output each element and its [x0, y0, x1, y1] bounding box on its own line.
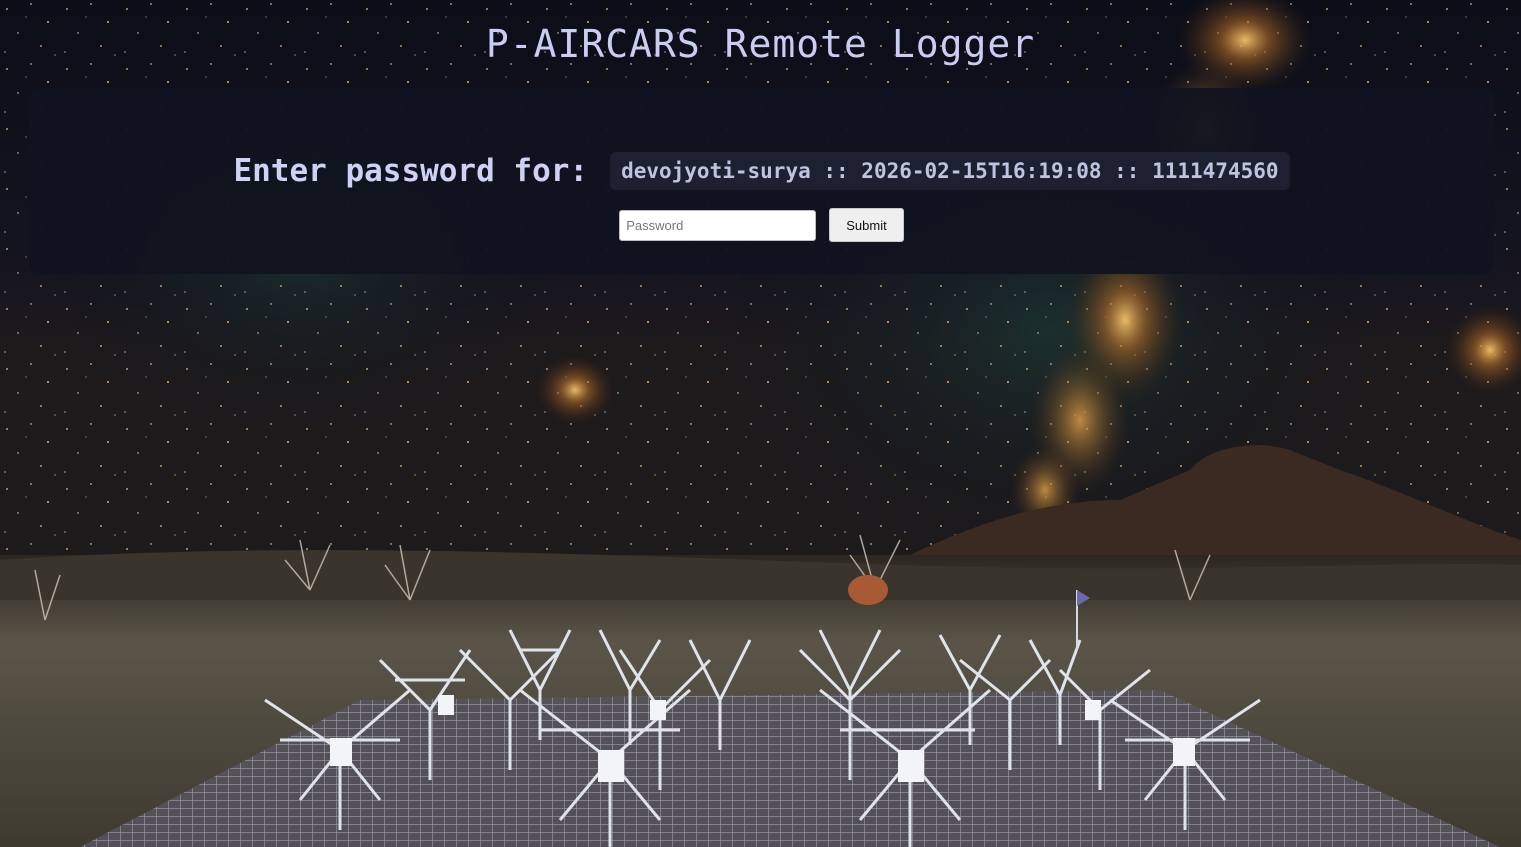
prompt-label: Enter password for: [233, 153, 589, 189]
session-identifier: devojyoti-surya :: 2026-02-15T16:19:08 :… [610, 152, 1290, 190]
password-prompt: Enter password for: devojyoti-surya :: 2… [29, 152, 1494, 190]
page-title: P-AIRCARS Remote Logger [485, 22, 1036, 66]
login-panel: Enter password for: devojyoti-surya :: 2… [29, 88, 1494, 274]
login-page: P-AIRCARS Remote Logger Enter password f… [0, 0, 1521, 847]
password-input[interactable] [619, 209, 817, 241]
password-form: Submit [29, 208, 1494, 242]
submit-button[interactable]: Submit [829, 208, 904, 242]
